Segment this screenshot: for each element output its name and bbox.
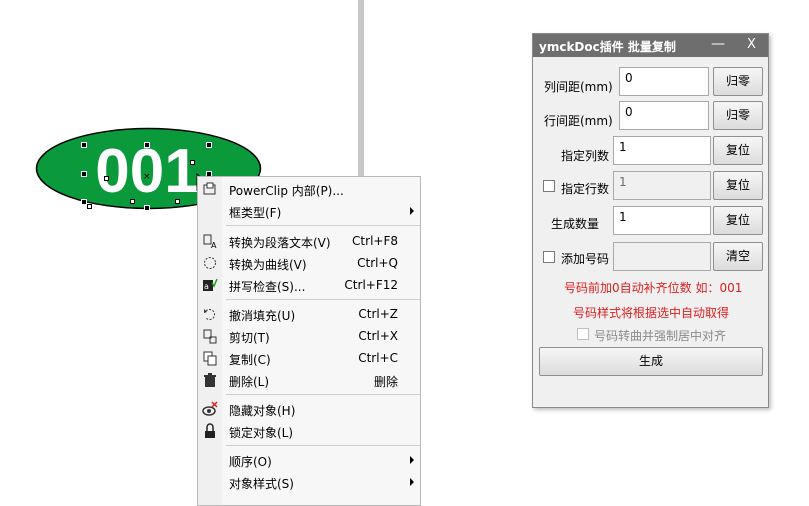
menu-separator bbox=[226, 394, 420, 395]
menu-item-label: 隐藏对象(H) bbox=[229, 404, 296, 418]
menu-item-spellcheck[interactable]: a 拼写检查(S)... Ctrl+F12 bbox=[198, 274, 422, 296]
cols-label: 指定列数 bbox=[561, 149, 610, 163]
count-input[interactable]: 1 bbox=[613, 206, 711, 235]
svg-text:A: A bbox=[211, 241, 217, 249]
col-gap-reset-button[interactable]: 归零 bbox=[713, 67, 763, 96]
copy-icon bbox=[203, 351, 217, 366]
number-padding-note: 号码前加0自动补齐位数 如：001 bbox=[564, 281, 743, 295]
menu-item-label: 锁定对象(L) bbox=[229, 426, 294, 440]
menu-separator bbox=[226, 299, 420, 300]
row-gap-reset-button[interactable]: 归零 bbox=[713, 101, 763, 130]
menu-item-order[interactable]: 顺序(O) bbox=[198, 449, 422, 471]
menu-item-label: 拼写检查(S)... bbox=[229, 280, 306, 294]
generate-button[interactable]: 生成 bbox=[539, 347, 763, 376]
number-style-note: 号码样式将根据选中自动取得 bbox=[573, 306, 730, 320]
menu-item-label: 对象样式(S) bbox=[229, 477, 294, 491]
menu-item-label: 撤消填充(U) bbox=[229, 309, 296, 323]
rows-label: 指定行数 bbox=[561, 182, 610, 196]
selection-handle[interactable] bbox=[206, 142, 212, 148]
menu-separator bbox=[226, 445, 420, 446]
node-handle[interactable] bbox=[104, 176, 109, 181]
node-handle[interactable] bbox=[175, 199, 180, 204]
align-label: 号码转曲并强制居中对齐 bbox=[594, 329, 727, 343]
minimize-button[interactable]: — bbox=[711, 36, 725, 52]
menu-item-cut[interactable]: 剪切(T) Ctrl+X bbox=[198, 325, 422, 347]
menu-separator bbox=[226, 225, 420, 226]
lock-icon bbox=[205, 423, 215, 438]
trash-icon bbox=[204, 373, 216, 387]
selection-handle[interactable] bbox=[144, 205, 150, 211]
hide-icon bbox=[202, 401, 218, 416]
menu-item-shortcut: Ctrl+X bbox=[358, 329, 398, 343]
selection-handle[interactable] bbox=[81, 142, 87, 148]
menu-item-shortcut: Ctrl+F12 bbox=[344, 278, 398, 292]
number-checkbox[interactable] bbox=[543, 251, 555, 263]
panel-title: ymckDoc插件 批量复制 bbox=[539, 40, 676, 54]
rows-checkbox[interactable] bbox=[543, 180, 555, 192]
selection-handle[interactable] bbox=[81, 171, 87, 177]
menu-item-shortcut: Ctrl+F8 bbox=[352, 234, 398, 248]
menu-item-label: 转换为曲线(V) bbox=[229, 258, 307, 272]
node-handle[interactable] bbox=[87, 204, 92, 209]
submenu-arrow-icon bbox=[410, 478, 414, 486]
submenu-arrow-icon bbox=[410, 207, 414, 215]
menu-item-object-styles[interactable]: 对象样式(S) bbox=[198, 471, 422, 493]
panel-titlebar[interactable]: ymckDoc插件 批量复制 — X bbox=[533, 34, 768, 57]
menu-item-copy[interactable]: 复制(C) Ctrl+C bbox=[198, 347, 422, 369]
number-input[interactable] bbox=[613, 242, 711, 271]
menu-item-label: 剪切(T) bbox=[229, 331, 270, 345]
submenu-arrow-icon bbox=[410, 456, 414, 464]
menu-item-label: 转换为段落文本(V) bbox=[229, 236, 331, 250]
menu-item-label: PowerClip 内部(P)... bbox=[229, 184, 344, 198]
number-label: 添加号码 bbox=[561, 252, 610, 266]
spellcheck-icon: a bbox=[203, 278, 218, 291]
row-gap-input[interactable]: 0 bbox=[619, 101, 709, 130]
node-handle[interactable] bbox=[190, 160, 195, 165]
selection-handle[interactable] bbox=[144, 142, 150, 148]
align-checkbox[interactable] bbox=[577, 328, 589, 340]
menu-item-shortcut: 删除 bbox=[373, 375, 398, 389]
close-button[interactable]: X bbox=[747, 37, 756, 52]
powerclip-icon bbox=[203, 182, 216, 195]
col-gap-label: 列间距(mm) bbox=[544, 80, 613, 94]
number-clear-button[interactable]: 清空 bbox=[713, 242, 763, 271]
menu-item-delete[interactable]: 删除(L) 删除 bbox=[198, 369, 422, 391]
menu-item-label: 复制(C) bbox=[229, 353, 271, 367]
count-reset-button[interactable]: 复位 bbox=[713, 206, 763, 235]
menu-item-to-paragraph-text[interactable]: A 转换为段落文本(V) Ctrl+F8 bbox=[198, 230, 422, 252]
col-gap-input[interactable]: 0 bbox=[619, 67, 709, 96]
paragraph-text-icon: A bbox=[203, 234, 217, 249]
menu-item-powerclip[interactable]: PowerClip 内部(P)... bbox=[198, 178, 422, 200]
curve-icon bbox=[204, 257, 216, 269]
menu-item-frame-type[interactable]: 框类型(F) bbox=[198, 200, 422, 222]
menu-item-shortcut: Ctrl+Z bbox=[358, 307, 398, 321]
menu-item-label: 框类型(F) bbox=[229, 206, 282, 220]
context-menu: PowerClip 内部(P)... 框类型(F) A 转换为段落文本(V) C… bbox=[197, 176, 421, 506]
cols-input[interactable]: 1 bbox=[613, 136, 711, 165]
rows-reset-button[interactable]: 复位 bbox=[713, 171, 763, 200]
count-label: 生成数量 bbox=[551, 217, 600, 231]
menu-item-undo-fill[interactable]: 撤消填充(U) Ctrl+Z bbox=[198, 303, 422, 325]
menu-item-lock-object[interactable]: 锁定对象(L) bbox=[198, 420, 422, 442]
rows-input[interactable]: 1 bbox=[613, 171, 711, 200]
menu-item-label: 顺序(O) bbox=[229, 455, 272, 469]
menu-item-to-curves[interactable]: 转换为曲线(V) Ctrl+Q bbox=[198, 252, 422, 274]
menu-item-label: 删除(L) bbox=[229, 375, 270, 389]
menu-item-shortcut: Ctrl+Q bbox=[357, 256, 398, 270]
node-handle[interactable] bbox=[130, 199, 135, 204]
cols-reset-button[interactable]: 复位 bbox=[713, 136, 763, 165]
menu-item-shortcut: Ctrl+C bbox=[358, 351, 398, 365]
svg-text:a: a bbox=[204, 282, 209, 291]
cut-icon bbox=[203, 329, 217, 344]
menu-item-hide-object[interactable]: 隐藏对象(H) bbox=[198, 398, 422, 420]
center-marker-icon: × bbox=[143, 172, 151, 182]
batch-copy-panel: ymckDoc插件 批量复制 — X 列间距(mm) 0 归零 行间距(mm) … bbox=[532, 33, 769, 408]
row-gap-label: 行间距(mm) bbox=[544, 114, 613, 128]
undo-icon bbox=[204, 309, 215, 320]
